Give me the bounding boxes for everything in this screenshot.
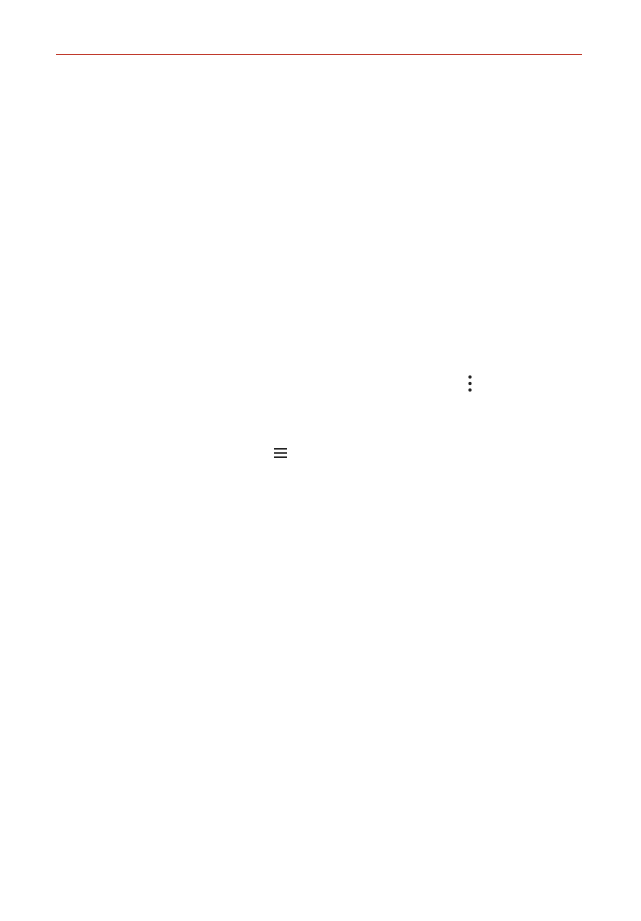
header-divider bbox=[56, 54, 582, 55]
menu-icon bbox=[273, 446, 289, 460]
more-options-icon bbox=[465, 374, 475, 394]
